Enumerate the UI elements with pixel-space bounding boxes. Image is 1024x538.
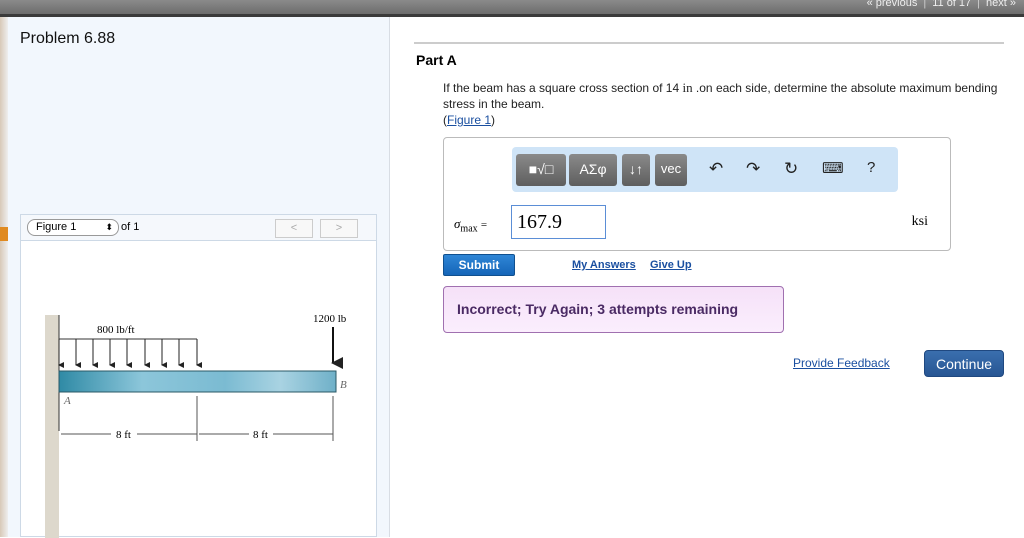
point-a-label: A — [63, 395, 71, 407]
equals-sign: = — [480, 219, 488, 231]
figure-count: of 1 — [121, 221, 140, 233]
figure-select-value: Figure 1 — [36, 221, 77, 233]
beam-diagram: 800 lb/ft 1200 lb A B 8 ft 8 ft — [45, 313, 347, 538]
keyboard-icon[interactable]: ⌨ — [822, 159, 844, 177]
my-answers-link[interactable]: My Answers — [572, 259, 636, 271]
feedback-message: Incorrect; Try Again; 3 attempts remaini… — [443, 286, 784, 333]
next-figure-button[interactable]: > — [320, 219, 358, 238]
divider — [414, 42, 1004, 44]
point-load-label: 1200 lb — [313, 313, 347, 325]
dimension-lines — [61, 396, 334, 441]
problem-title: Problem 6.88 — [20, 30, 116, 47]
wall-support — [45, 315, 59, 538]
undo-icon[interactable]: ↶ — [709, 159, 723, 179]
continue-button[interactable]: Continue — [924, 350, 1004, 377]
question-text: If the beam has a square cross section o… — [443, 80, 998, 127]
answer-variable: σmax = — [454, 216, 487, 235]
redo-icon[interactable]: ↷ — [746, 159, 760, 179]
vector-button[interactable]: vec — [655, 154, 687, 186]
give-up-link[interactable]: Give Up — [650, 259, 692, 271]
help-icon[interactable]: ? — [867, 159, 875, 176]
answer-unit: ksi — [911, 214, 928, 229]
figure-panel: Figure 1 ⬍ of 1 < > 800 lb/ft 1200 lb A B… — [20, 214, 377, 538]
figure-link[interactable]: Figure 1 — [447, 113, 491, 127]
subscript-button[interactable]: ↓↑ — [622, 154, 650, 186]
beam — [58, 370, 337, 393]
greek-button[interactable]: ΑΣφ — [569, 154, 617, 186]
point-b-label: B — [340, 379, 347, 391]
dimension-label-1: 8 ft — [116, 429, 131, 441]
background-strip — [0, 17, 8, 537]
problem-position: 11 of 17 — [932, 0, 972, 9]
distributed-load-arrows — [58, 339, 202, 368]
part-title: Part A — [416, 52, 457, 68]
templates-button[interactable]: ■√□ — [516, 154, 566, 186]
answer-input[interactable]: 167.9 — [511, 205, 606, 239]
question-unit: in — [682, 80, 693, 95]
reset-icon[interactable]: ↻ — [784, 159, 798, 179]
problem-nav: « previous | 11 of 17 | next » — [867, 0, 1016, 9]
previous-link[interactable]: « previous — [867, 0, 918, 9]
dimension-label-2: 8 ft — [253, 429, 268, 441]
figure-header: Figure 1 ⬍ of 1 < > — [21, 215, 376, 241]
provide-feedback-link[interactable]: Provide Feedback — [793, 356, 890, 370]
updown-icon: ⬍ — [105, 222, 113, 232]
answer-box: ■√□ ΑΣφ ↓↑ vec ↶ ↷ ↻ ⌨ ? σmax = 167.9 ks… — [443, 137, 951, 251]
top-bar: « previous | 11 of 17 | next » — [0, 0, 1024, 17]
variable-subscript: max — [460, 223, 478, 235]
figure-select[interactable]: Figure 1 ⬍ — [27, 219, 119, 236]
math-toolbar: ■√□ ΑΣφ ↓↑ vec ↶ ↷ ↻ ⌨ ? — [512, 147, 898, 192]
prev-figure-button[interactable]: < — [275, 219, 313, 238]
submit-button[interactable]: Submit — [443, 254, 515, 276]
question-pre: If the beam has a square cross section o… — [443, 81, 683, 95]
load-label: 800 lb/ft — [97, 324, 135, 336]
next-link[interactable]: next » — [986, 0, 1016, 9]
